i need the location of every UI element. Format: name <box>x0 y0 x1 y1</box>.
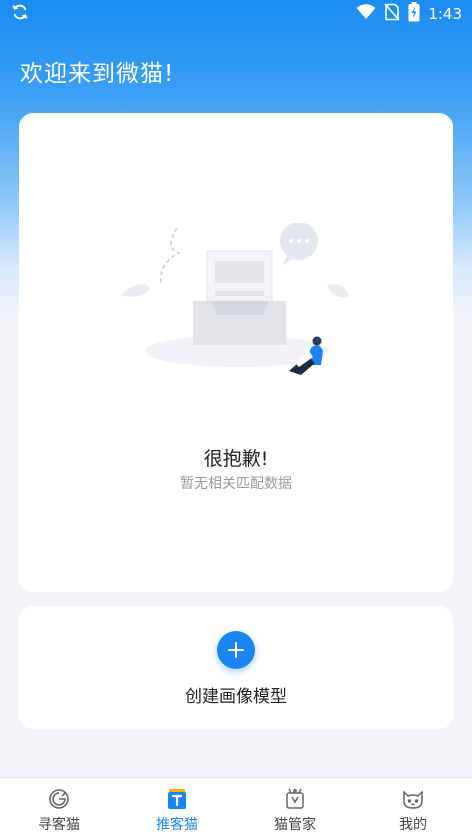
tab-search-cat[interactable]: 寻客猫 <box>0 778 118 839</box>
tab-mine[interactable]: 我的 <box>354 778 472 839</box>
sync-icon <box>10 2 30 26</box>
battery-charging-icon <box>408 2 420 26</box>
wifi-icon <box>356 4 376 24</box>
add-model-button[interactable] <box>217 631 255 669</box>
tab-label: 寻客猫 <box>38 817 80 833</box>
clock: 1:43 <box>428 5 462 23</box>
tab-label: 推客猫 <box>156 817 198 833</box>
t-badge-icon <box>168 789 186 809</box>
tab-cat-butler[interactable]: 猫管家 <box>236 778 354 839</box>
butler-icon <box>286 788 304 809</box>
empty-state-card: 很抱歉! 暂无相关匹配数据 <box>19 113 453 592</box>
tab-label: 猫管家 <box>274 817 316 833</box>
empty-inbox-illustration <box>121 223 349 375</box>
empty-state-subtitle: 暂无相关匹配数据 <box>180 476 292 492</box>
create-model-card[interactable]: 创建画像模型 <box>19 606 453 729</box>
search-cat-icon <box>49 789 69 809</box>
welcome-title: 欢迎来到微猫! <box>20 61 175 87</box>
status-bar: 1:43 <box>0 0 472 28</box>
bottom-tab-bar: 寻客猫 推客猫 猫管家 我的 <box>0 777 472 839</box>
no-sim-icon <box>384 3 400 25</box>
tab-label: 我的 <box>399 817 427 833</box>
empty-state-title: 很抱歉! <box>203 448 269 470</box>
cat-face-icon <box>403 790 423 809</box>
plus-icon <box>228 642 244 658</box>
tab-push-cat[interactable]: 推客猫 <box>118 778 236 839</box>
create-model-label[interactable]: 创建画像模型 <box>19 682 453 707</box>
